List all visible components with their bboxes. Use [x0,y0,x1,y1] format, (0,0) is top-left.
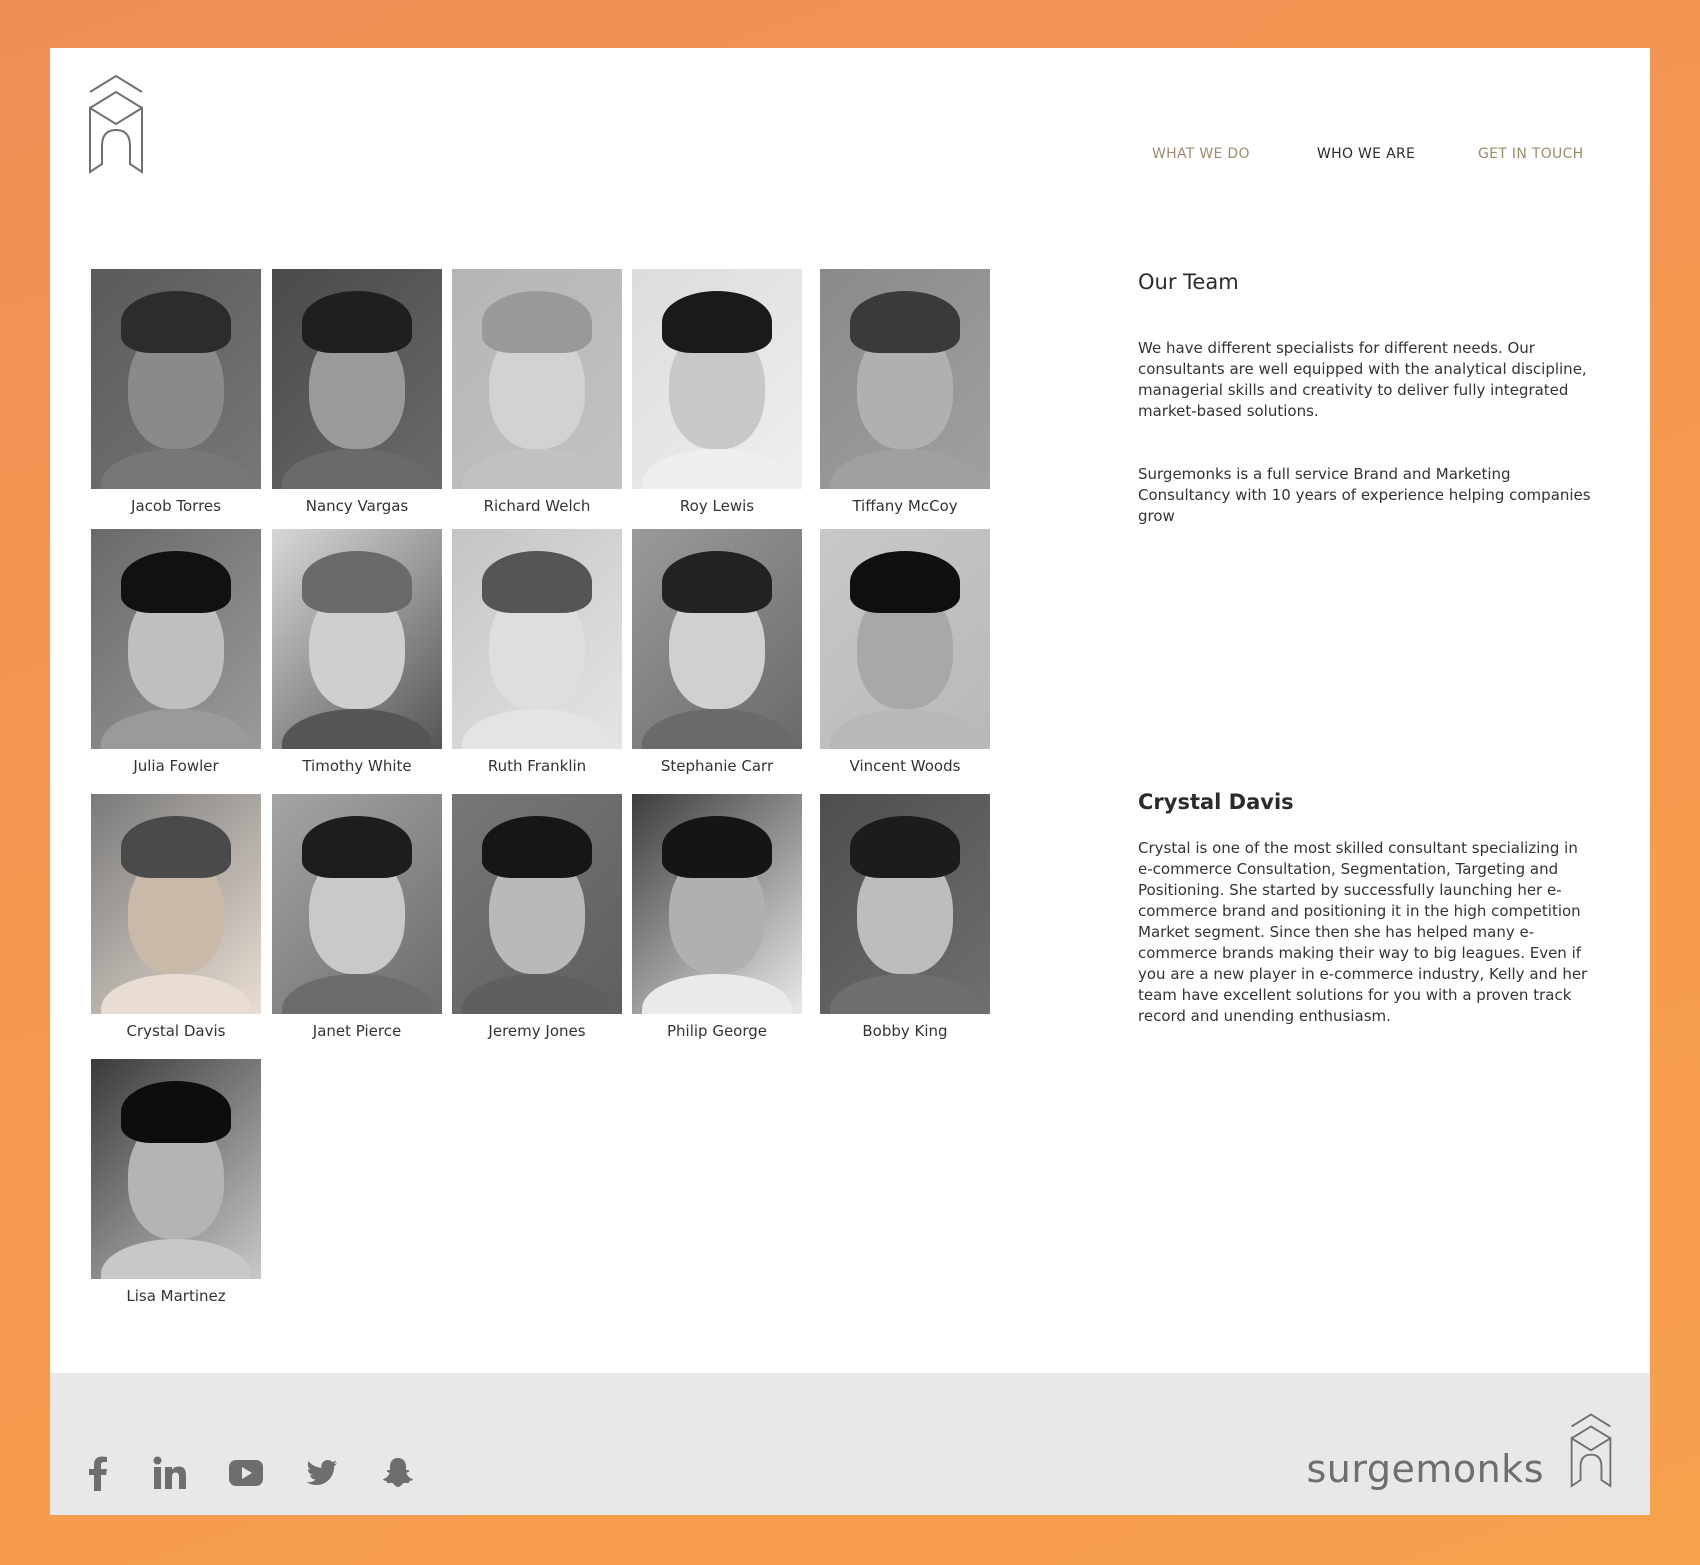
member-photo[interactable] [91,269,261,489]
photo-shoulders [642,709,792,749]
member-name[interactable]: Jeremy Jones [452,1022,622,1040]
member-photo[interactable] [632,269,802,489]
member-name[interactable]: Vincent Woods [820,757,990,775]
photo-shoulders [101,449,251,489]
photo-hair [302,551,412,613]
team-member-card[interactable]: Bobby King [820,794,990,1040]
member-photo[interactable] [820,794,990,1014]
photo-shoulders [830,709,980,749]
selected-member-bio: Crystal is one of the most skilled consu… [1138,839,1588,1025]
member-name[interactable]: Stephanie Carr [632,757,802,775]
member-photo[interactable] [272,794,442,1014]
member-photo[interactable] [820,529,990,749]
member-name[interactable]: Richard Welch [452,497,622,515]
team-member-card[interactable]: Tiffany McCoy [820,269,990,515]
photo-shoulders [282,449,432,489]
team-member-card[interactable]: Roy Lewis [632,269,802,515]
snapchat-icon[interactable] [378,1453,418,1493]
member-photo[interactable] [91,1059,261,1279]
linkedin-icon[interactable] [150,1453,190,1493]
member-photo[interactable] [452,269,622,489]
footer: surgemonks [50,1373,1650,1515]
photo-hair [121,291,231,353]
twitter-icon[interactable] [302,1453,342,1493]
photo-shoulders [830,974,980,1014]
team-member-card[interactable]: Timothy White [272,529,442,775]
facebook-icon[interactable] [78,1453,118,1493]
photo-hair [850,551,960,613]
team-member-card[interactable]: Lisa Martinez [91,1059,261,1305]
team-member-card[interactable]: Philip George [632,794,802,1040]
team-member-card[interactable]: Janet Pierce [272,794,442,1040]
photo-hair [121,551,231,613]
section-title: Our Team [1138,270,1239,294]
member-name[interactable]: Julia Fowler [91,757,261,775]
selected-member-name: Crystal Davis [1138,790,1294,814]
photo-hair [482,816,592,878]
team-member-card[interactable]: Nancy Vargas [272,269,442,515]
team-member-card[interactable]: Vincent Woods [820,529,990,775]
photo-shoulders [462,974,612,1014]
member-name[interactable]: Roy Lewis [632,497,802,515]
member-photo[interactable] [632,529,802,749]
photo-hair [482,551,592,613]
photo-hair [121,1081,231,1143]
photo-hair [302,816,412,878]
company-paragraph: Surgemonks is a full service Brand and M… [1138,465,1591,525]
team-member-card[interactable]: Stephanie Carr [632,529,802,775]
team-grid: Jacob Torres Nancy Vargas Richard Welch Roy… [91,269,1041,1349]
photo-shoulders [830,449,980,489]
photo-hair [662,816,772,878]
member-name[interactable]: Lisa Martinez [91,1287,261,1305]
photo-shoulders [282,709,432,749]
team-member-card[interactable]: Richard Welch [452,269,622,515]
footer-brand-name: surgemonks [1306,1447,1544,1491]
youtube-icon[interactable] [226,1453,266,1493]
member-photo[interactable] [91,529,261,749]
photo-shoulders [282,974,432,1014]
photo-shoulders [101,1239,251,1279]
photo-shoulders [462,709,612,749]
member-name[interactable]: Ruth Franklin [452,757,622,775]
team-member-card[interactable]: Crystal Davis [91,794,261,1040]
team-member-card[interactable]: Jacob Torres [91,269,261,515]
member-name[interactable]: Jacob Torres [91,497,261,515]
member-photo[interactable] [272,269,442,489]
footer-logo-icon[interactable] [1570,1413,1612,1489]
member-name[interactable]: Bobby King [820,1022,990,1040]
photo-shoulders [642,449,792,489]
member-photo[interactable] [820,269,990,489]
nav-what-we-do[interactable]: WHAT WE DO [1152,146,1250,162]
photo-shoulders [101,709,251,749]
photo-shoulders [462,449,612,489]
photo-hair [482,291,592,353]
photo-hair [662,551,772,613]
member-name[interactable]: Crystal Davis [91,1022,261,1040]
member-photo[interactable] [452,794,622,1014]
nav-who-we-are[interactable]: WHO WE ARE [1317,146,1415,162]
photo-hair [121,816,231,878]
member-name[interactable]: Philip George [632,1022,802,1040]
member-name[interactable]: Janet Pierce [272,1022,442,1040]
member-name[interactable]: Nancy Vargas [272,497,442,515]
member-photo[interactable] [272,529,442,749]
main-nav: WHAT WE DO WHO WE ARE GET IN TOUCH [50,146,1650,166]
photo-hair [302,291,412,353]
team-intro-paragraph: We have different specialists for differ… [1138,339,1587,420]
photo-shoulders [101,974,251,1014]
photo-hair [850,816,960,878]
team-member-card[interactable]: Ruth Franklin [452,529,622,775]
team-member-card[interactable]: Jeremy Jones [452,794,622,1040]
page-frame: WHAT WE DO WHO WE ARE GET IN TOUCH Jacob… [50,48,1650,1515]
photo-hair [662,291,772,353]
member-name[interactable]: Tiffany McCoy [820,497,990,515]
member-photo[interactable] [452,529,622,749]
member-photo[interactable] [91,794,261,1014]
team-member-card[interactable]: Julia Fowler [91,529,261,775]
member-photo[interactable] [632,794,802,1014]
member-name[interactable]: Timothy White [272,757,442,775]
photo-hair [850,291,960,353]
nav-get-in-touch[interactable]: GET IN TOUCH [1478,146,1583,162]
photo-shoulders [642,974,792,1014]
